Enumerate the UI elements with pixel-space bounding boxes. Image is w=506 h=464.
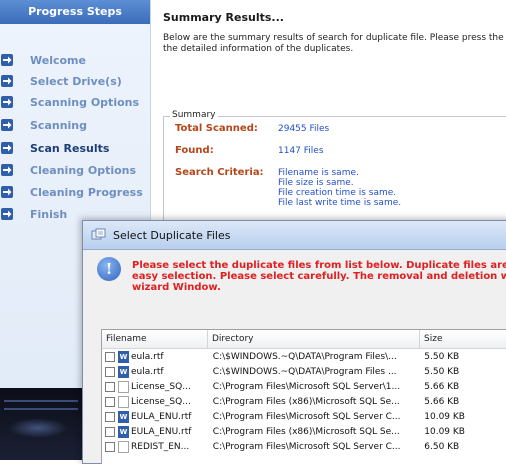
cell-size: 10.09 KB xyxy=(424,426,465,437)
text-doc-icon xyxy=(118,395,129,408)
step-welcome: Welcome xyxy=(0,51,86,69)
dialog-title: Select Duplicate Files xyxy=(113,228,231,242)
cell-size: 5.66 KB xyxy=(424,381,460,392)
column-header-filename[interactable]: Filename xyxy=(102,330,208,348)
step-label: Scanning xyxy=(30,118,88,132)
arrow-right-icon xyxy=(1,54,13,66)
cell-directory: C:\Program Files\Microsoft SQL Server C.… xyxy=(212,411,401,422)
cell-size: 5.50 KB xyxy=(424,351,460,362)
table-row[interactable]: License_SQ... C:\Program Files (x86)\Mic… xyxy=(102,394,506,409)
criteria-item: Filename is same. xyxy=(278,168,359,178)
cell-filename: EULA_ENU.rtf xyxy=(131,426,192,437)
table-row[interactable]: License_SQ... C:\Program Files\Microsoft… xyxy=(102,379,506,394)
cell-filename: License_SQ... xyxy=(131,381,191,392)
cell-directory: C:\Program Files (x86)\Microsoft SQL Se.… xyxy=(212,396,400,407)
cell-directory: C:\Program Files (x86)\Microsoft SQL Se.… xyxy=(212,426,400,437)
arrow-right-icon xyxy=(1,164,13,176)
column-header-size[interactable]: Size xyxy=(420,330,506,348)
step-cleaning-progress: Cleaning Progress xyxy=(0,183,143,201)
table-row[interactable]: EULA_ENU.rtf C:\Program Files (x86)\Micr… xyxy=(102,424,506,439)
warning-info-icon: ! xyxy=(97,257,121,281)
row-checkbox[interactable] xyxy=(105,366,115,377)
step-finish: Finish xyxy=(0,205,67,223)
criteria-item: File creation time is same. xyxy=(278,188,397,198)
page-description: Below are the summary results of search … xyxy=(163,33,504,55)
cell-directory: C:\Program Files\Microsoft SQL Server\1.… xyxy=(212,381,401,392)
table-row[interactable]: eula.rtf C:\$WINDOWS.~Q\DATA\Program Fil… xyxy=(102,349,506,364)
cell-size: 10.09 KB xyxy=(424,411,465,422)
list-header: Filename Directory Size xyxy=(102,330,506,349)
description-line: the detailed information of the duplicat… xyxy=(163,44,354,54)
total-scanned-label: Total Scanned: xyxy=(175,123,258,134)
warning-line: wizard Window. xyxy=(132,282,221,293)
criteria-item: File last write time is same. xyxy=(278,198,402,208)
description-line: Below are the summary results of search … xyxy=(163,33,504,43)
step-cleaning-options: Cleaning Options xyxy=(0,161,136,179)
word-doc-icon xyxy=(118,425,129,438)
row-checkbox[interactable] xyxy=(105,351,115,362)
table-row[interactable]: REDIST_EN... C:\Program Files\Microsoft … xyxy=(102,439,506,454)
total-scanned-value: 29455 Files xyxy=(278,124,330,134)
step-label: Cleaning Progress xyxy=(30,185,143,199)
cell-filename: eula.rtf xyxy=(131,366,164,377)
arrow-right-icon xyxy=(1,119,13,131)
cell-filename: REDIST_EN... xyxy=(131,441,190,452)
arrow-right-icon xyxy=(1,75,13,87)
step-label: Cleaning Options xyxy=(30,163,137,177)
row-checkbox[interactable] xyxy=(105,381,115,392)
found-value: 1147 Files xyxy=(278,146,324,156)
word-doc-icon xyxy=(118,365,129,378)
cell-filename: EULA_ENU.rtf xyxy=(131,411,192,422)
arrow-right-icon xyxy=(1,96,13,108)
page-title: Summary Results... xyxy=(163,11,284,24)
row-checkbox[interactable] xyxy=(105,411,115,422)
dialog-titlebar[interactable]: Select Duplicate Files xyxy=(83,221,506,250)
arrow-right-icon xyxy=(1,186,13,198)
summary-group-label: Summary xyxy=(170,110,218,120)
text-doc-icon xyxy=(118,380,129,393)
step-label: Finish xyxy=(30,207,68,221)
cell-directory: C:\Program Files\Microsoft SQL Server C.… xyxy=(212,441,401,452)
arrow-right-icon xyxy=(1,208,13,220)
word-doc-icon xyxy=(118,410,129,423)
column-header-directory[interactable]: Directory xyxy=(208,330,420,348)
cell-directory: C:\$WINDOWS.~Q\DATA\Program Files\... xyxy=(212,351,397,362)
step-scanning: Scanning xyxy=(0,116,87,134)
search-criteria-label: Search Criteria: xyxy=(175,167,264,178)
cell-size: 5.50 KB xyxy=(424,366,460,377)
warning-message: Please select the duplicate files from l… xyxy=(132,260,506,293)
warning-line: Please select the duplicate files from l… xyxy=(132,260,506,271)
step-scanning-options: Scanning Options xyxy=(0,93,139,111)
criteria-item: File size is same. xyxy=(278,178,354,188)
step-label: Scanning Options xyxy=(30,95,140,109)
found-label: Found: xyxy=(175,145,214,156)
row-checkbox[interactable] xyxy=(105,441,115,452)
app-icon xyxy=(91,228,107,242)
word-doc-icon xyxy=(118,350,129,363)
cell-filename: License_SQ... xyxy=(131,396,191,407)
step-select-drives: Select Drive(s) xyxy=(0,72,122,90)
cell-size: 5.66 KB xyxy=(424,396,460,407)
sidebar-header: Progress Steps xyxy=(0,0,150,24)
step-label: Select Drive(s) xyxy=(30,74,122,88)
select-duplicate-files-dialog: Select Duplicate Files ! Please select t… xyxy=(82,220,506,464)
step-scan-results: Scan Results xyxy=(0,139,109,157)
step-label: Welcome xyxy=(30,53,86,67)
text-doc-icon xyxy=(118,440,129,453)
cell-directory: C:\$WINDOWS.~Q\DATA\Program Files ... xyxy=(212,366,397,377)
step-label: Scan Results xyxy=(30,141,110,155)
duplicate-files-list[interactable]: Filename Directory Size eula.rtf C:\$WIN… xyxy=(101,329,506,464)
row-checkbox[interactable] xyxy=(105,396,115,407)
table-row[interactable]: eula.rtf C:\$WINDOWS.~Q\DATA\Program Fil… xyxy=(102,364,506,379)
cell-filename: eula.rtf xyxy=(131,351,164,362)
row-checkbox[interactable] xyxy=(105,426,115,437)
warning-line: easy selection. Please select carefully.… xyxy=(132,271,506,282)
table-row[interactable]: EULA_ENU.rtf C:\Program Files\Microsoft … xyxy=(102,409,506,424)
desktop-background xyxy=(0,388,82,460)
cell-size: 6.50 KB xyxy=(424,441,460,452)
arrow-right-icon xyxy=(1,142,13,154)
